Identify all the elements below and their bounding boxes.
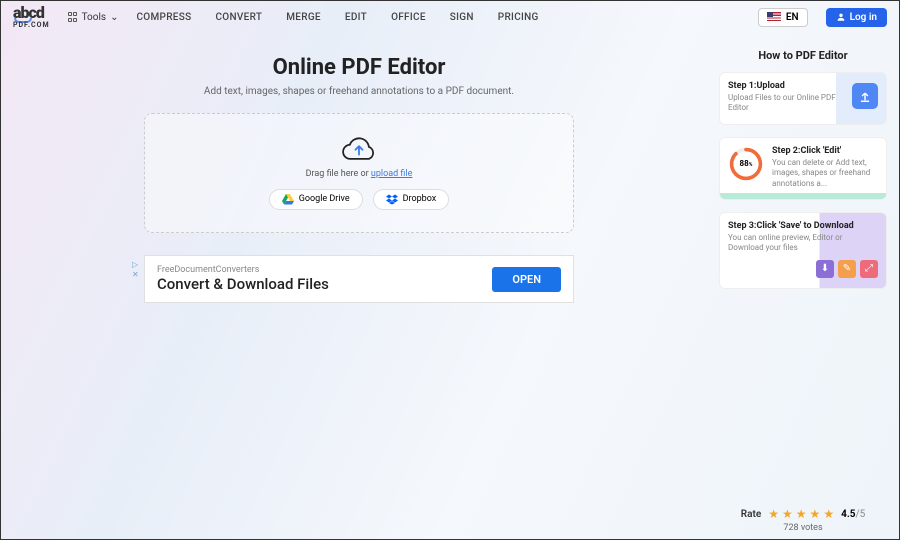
ad-headline: Convert & Download Files	[157, 275, 492, 293]
upload-icon	[852, 83, 878, 109]
top-bar: abcd PDF.COM Tools ⌄ COMPRESS CONVERT ME…	[1, 1, 899, 33]
star-icon[interactable]: ★	[768, 507, 779, 521]
ad-markers: ▷✕	[132, 260, 139, 279]
ad-open-button[interactable]: OPEN	[492, 267, 561, 292]
cloud-upload-icon	[342, 137, 376, 161]
main-panel: Online PDF Editor Add text, images, shap…	[13, 41, 705, 539]
language-selector[interactable]: EN	[758, 8, 808, 27]
nav-office[interactable]: OFFICE	[391, 12, 426, 23]
star-icon[interactable]: ★	[810, 507, 821, 521]
progress-gauge: 88%	[728, 146, 764, 182]
user-icon	[836, 12, 846, 22]
nav-compress[interactable]: COMPRESS	[136, 12, 191, 23]
star-icon[interactable]: ★	[782, 507, 793, 521]
ad-banner[interactable]: ▷✕ FreeDocumentConverters Convert & Down…	[144, 255, 574, 303]
rating-block: Rate ★ ★ ★ ★ ★ 4.5/5 728 votes	[719, 507, 887, 533]
step-3-desc: You can online preview, Editor or Downlo…	[728, 233, 878, 254]
expand-mini-icon: ⤢	[860, 260, 878, 278]
nav-convert[interactable]: CONVERT	[215, 12, 262, 23]
step-1-card: Step 1:Upload Upload Files to our Online…	[719, 72, 887, 125]
step-1-desc: Upload Files to our Online PDF Editor	[728, 93, 846, 114]
sidebar-title: How to PDF Editor	[719, 49, 887, 62]
step-2-label: Step 2:Click 'Edit'	[772, 146, 878, 156]
tools-menu[interactable]: Tools ⌄	[68, 12, 119, 23]
grid-icon	[68, 12, 78, 22]
login-button[interactable]: Log in	[826, 8, 887, 27]
sidebar: How to PDF Editor Step 1:Upload Upload F…	[719, 41, 887, 539]
nav-merge[interactable]: MERGE	[286, 12, 321, 23]
dropbox-button[interactable]: Dropbox	[373, 189, 450, 210]
page-title: Online PDF Editor	[273, 55, 446, 80]
drag-hint: Drag file here or upload file	[306, 169, 413, 179]
step-3-label: Step 3:Click 'Save' to Download	[728, 221, 878, 231]
chevron-down-icon: ⌄	[110, 12, 118, 23]
dropbox-icon	[386, 194, 398, 205]
ad-brand: FreeDocumentConverters	[157, 265, 492, 275]
nav-pricing[interactable]: PRICING	[498, 12, 539, 23]
main-nav: COMPRESS CONVERT MERGE EDIT OFFICE SIGN …	[136, 12, 538, 23]
edit-mini-icon: ✎	[838, 260, 856, 278]
star-icon[interactable]: ★	[796, 507, 807, 521]
page-subtitle: Add text, images, shapes or freehand ann…	[204, 86, 514, 97]
download-mini-icon: ⬇	[816, 260, 834, 278]
step-1-label: Step 1:Upload	[728, 81, 846, 91]
nav-edit[interactable]: EDIT	[345, 12, 367, 23]
step-2-card: 88% Step 2:Click 'Edit' You can delete o…	[719, 137, 887, 200]
us-flag-icon	[767, 12, 781, 22]
nav-sign[interactable]: SIGN	[450, 12, 474, 23]
google-drive-button[interactable]: Google Drive	[269, 189, 363, 210]
upload-file-link[interactable]: upload file	[371, 169, 413, 179]
step-3-card: Step 3:Click 'Save' to Download You can …	[719, 212, 887, 289]
star-icon[interactable]: ★	[823, 507, 834, 521]
google-drive-icon	[282, 194, 294, 205]
logo[interactable]: abcd PDF.COM	[13, 6, 50, 28]
step-2-desc: You can delete or Add text, images, shap…	[772, 158, 878, 189]
file-dropzone[interactable]: Drag file here or upload file Google Dri…	[144, 113, 574, 233]
